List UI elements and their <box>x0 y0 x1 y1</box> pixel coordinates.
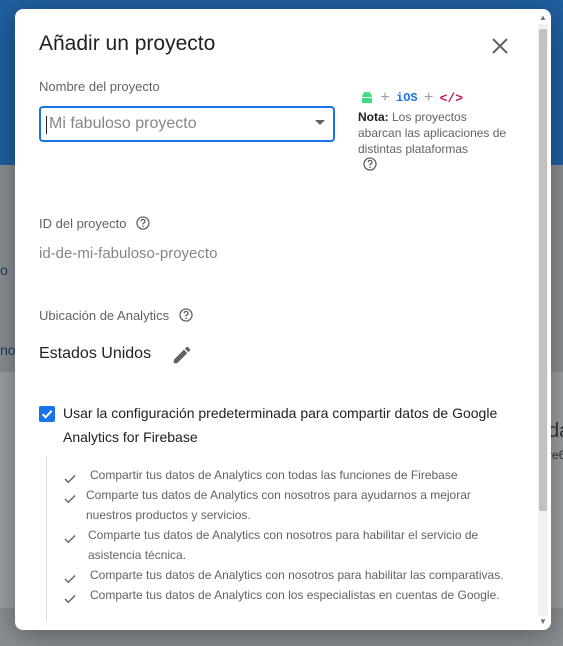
project-name-field[interactable] <box>39 106 335 142</box>
text-cursor <box>46 116 47 134</box>
help-icon[interactable] <box>136 216 150 233</box>
scroll-down-icon[interactable]: ▼ <box>539 618 547 626</box>
analytics-location-value: Estados Unidos <box>39 345 152 362</box>
background-text: o <box>0 262 8 278</box>
sharing-details-list: Compartir tus datos de Analytics con tod… <box>46 457 517 622</box>
scroll-thumb[interactable] <box>539 29 547 511</box>
platform-icons: + iOS + </> <box>360 89 463 107</box>
project-name-input[interactable] <box>49 113 299 135</box>
android-icon <box>360 90 374 107</box>
help-icon[interactable] <box>179 308 193 325</box>
plus-sign: + <box>380 89 390 106</box>
edit-pencil-icon[interactable] <box>171 344 193 366</box>
list-item-text: Comparte tus datos de Analytics con los … <box>90 588 500 602</box>
project-id-label: ID del proyecto <box>39 216 150 233</box>
chevron-down-icon[interactable] <box>315 120 325 125</box>
sharing-checkbox-label[interactable]: Usar la configuración predeterminada par… <box>63 401 513 449</box>
dialog-scrollbar[interactable]: ▲ ▼ <box>536 14 550 626</box>
list-item-text: Comparte tus datos de Analytics con noso… <box>86 488 471 522</box>
project-id-label-text: ID del proyecto <box>39 216 127 231</box>
web-code-icon: </> <box>439 90 464 106</box>
note-bold: Nota: <box>358 110 389 124</box>
project-name-label: Nombre del proyecto <box>39 79 160 94</box>
analytics-location-label: Ubicación de Analytics <box>39 308 193 325</box>
check-icon <box>64 570 76 590</box>
scroll-up-icon[interactable]: ▲ <box>539 14 547 22</box>
close-icon[interactable] <box>488 34 512 58</box>
plus-sign: + <box>423 89 434 106</box>
ios-icon: iOS <box>396 91 418 105</box>
list-item-text: Comparte tus datos de Analytics con noso… <box>88 528 479 562</box>
check-icon <box>64 590 76 610</box>
project-id-value: id-de-mi-fabuloso-proyecto <box>39 245 218 262</box>
add-project-dialog: Añadir un proyecto Nombre del proyecto +… <box>15 9 551 630</box>
check-icon <box>64 530 76 550</box>
list-item-text: Comparte tus datos de Analytics con noso… <box>90 568 504 582</box>
check-icon <box>64 470 76 490</box>
check-icon <box>64 490 76 510</box>
background-text: no <box>0 342 16 358</box>
dialog-title: Añadir un proyecto <box>39 32 216 55</box>
list-item-text: Compartir tus datos de Analytics con tod… <box>90 468 458 482</box>
sharing-checkbox[interactable] <box>39 406 55 422</box>
help-icon[interactable] <box>363 157 377 176</box>
analytics-location-label-text: Ubicación de Analytics <box>39 308 170 323</box>
platforms-note: Nota: Los proyectos abarcan las aplicaci… <box>358 109 508 157</box>
